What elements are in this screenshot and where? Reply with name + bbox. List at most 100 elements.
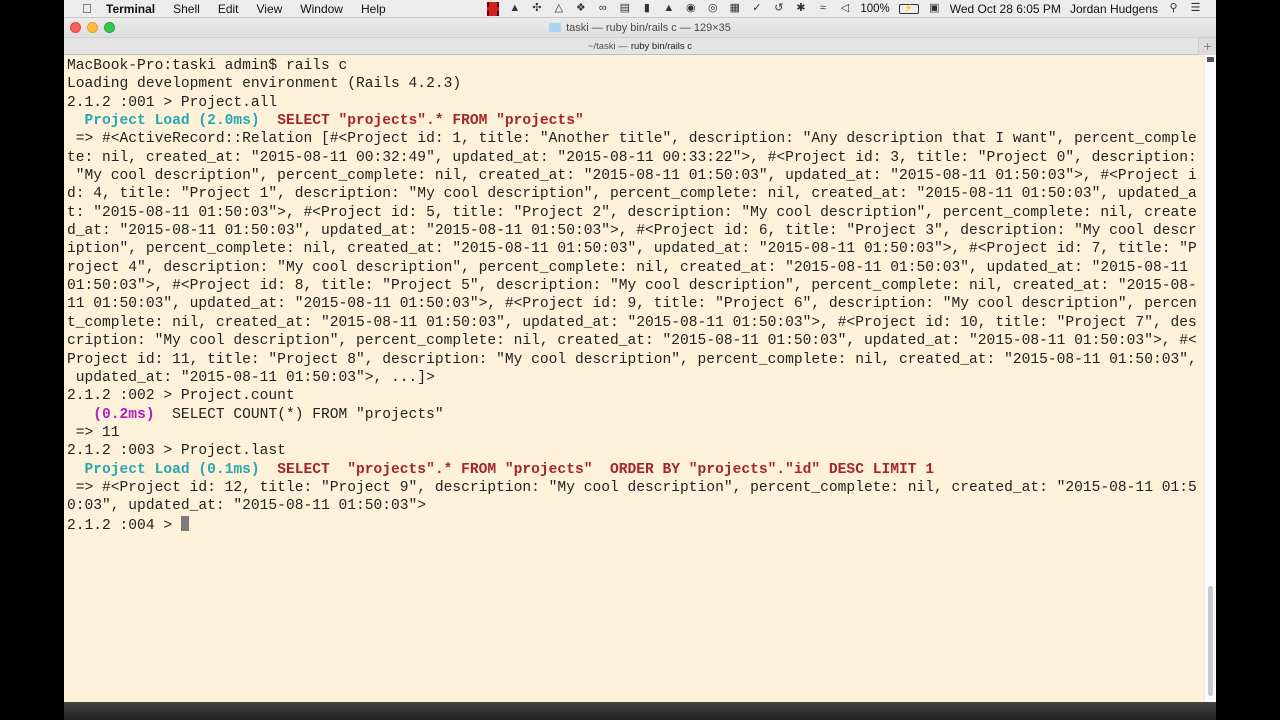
new-tab-button[interactable]: + xyxy=(1198,38,1216,55)
terminal-line: d: 4, title: "Project 1", description: "… xyxy=(67,185,1204,203)
terminal-text: => #<Project id: 12, title: "Project 9",… xyxy=(67,479,1197,496)
title-bar[interactable]: taski — ruby bin/rails c — 129×35 xyxy=(64,18,1216,37)
menu-shell[interactable]: Shell xyxy=(173,2,200,16)
tab-command[interactable]: ruby bin/rails c xyxy=(631,41,692,52)
check-icon[interactable]: ✓ xyxy=(750,2,763,15)
terminal-line: 0:03", updated_at: "2015-08-11 01:50:03"… xyxy=(67,497,1204,515)
status-area: ▲ ✣ △ ❖ ∞ ▤ ▮ ▲ ◉ ◎ ▦ ✓ ↺ ✱ ≈ ◁ 100% ⚡ ▣… xyxy=(487,1,1216,16)
terminal-line: Project Load (2.0ms) SELECT "projects".*… xyxy=(67,112,1204,130)
terminal-line: => #<ActiveRecord::Relation [#<Project i… xyxy=(67,130,1204,148)
menu-terminal[interactable]: Terminal xyxy=(106,2,155,16)
terminal-text: d: 4, title: "Project 1", description: "… xyxy=(67,186,1197,203)
terminal-text: 2.1.2 :003 > Project.last xyxy=(67,443,286,460)
terminal-line: cription: "My cool description", percent… xyxy=(67,332,1204,350)
terminal-line: d_at: "2015-08-11 01:50:03", updated_at:… xyxy=(67,222,1204,240)
network-icon[interactable]: ▤ xyxy=(618,2,631,15)
terminal-line: t: "2015-08-11 01:50:03">, #<Project id:… xyxy=(67,204,1204,222)
terminal-text: updated_at: "2015-08-11 01:50:03">, ...]… xyxy=(67,369,435,386)
terminal-text: => 11 xyxy=(67,424,120,441)
terminal-text: d_at: "2015-08-11 01:50:03", updated_at:… xyxy=(67,223,1197,240)
menu-view[interactable]: View xyxy=(257,2,283,16)
terminal-line: te: nil, created_at: "2015-08-11 00:32:4… xyxy=(67,149,1204,167)
lock-icon[interactable]: ▲ xyxy=(662,2,675,15)
battery-icon[interactable]: ⚡ xyxy=(898,3,919,14)
bluetooth-icon[interactable]: ✱ xyxy=(794,2,807,15)
scroll-marker xyxy=(1207,57,1214,62)
log-magenta-text: (0.2ms) xyxy=(93,406,155,423)
infinity-icon[interactable]: ∞ xyxy=(596,2,609,15)
evernote-icon[interactable]: ▮ xyxy=(640,2,653,15)
terminal-text: "My cool description", percent_complete:… xyxy=(67,168,1197,185)
menu-edit[interactable]: Edit xyxy=(218,2,239,16)
terminal-text: t: "2015-08-11 01:50:03">, #<Project id:… xyxy=(67,204,1197,221)
terminal-line: Project Load (0.1ms) SELECT "projects".*… xyxy=(67,461,1204,479)
clock[interactable]: Wed Oct 28 6:05 PM xyxy=(950,2,1061,16)
zoom-button[interactable] xyxy=(104,22,115,33)
notification-center-icon[interactable]: ☰ xyxy=(1189,2,1202,15)
terminal-text: Project id: 11, title: "Project 8", desc… xyxy=(67,351,1197,368)
volume-icon[interactable]: ◁ xyxy=(838,2,851,15)
terminal-line: MacBook-Pro:taski admin$ rails c xyxy=(67,57,1204,75)
menu-bar:  Terminal Shell Edit View Window Help ▲… xyxy=(64,0,1216,18)
menu-window[interactable]: Window xyxy=(300,2,343,16)
scrollbar-thumb[interactable] xyxy=(1208,586,1213,696)
close-button[interactable] xyxy=(70,22,81,33)
terminal-text: cription: "My cool description", percent… xyxy=(67,333,1197,350)
terminal-text: roject 4", description: "My cool descrip… xyxy=(67,259,1188,276)
battery-percent[interactable]: 100% xyxy=(860,3,889,15)
folder-icon xyxy=(549,23,562,32)
evernote-elephant-icon[interactable]: ▲ xyxy=(508,2,521,15)
log-cyan-text: Project Load (2.0ms) xyxy=(84,113,260,130)
terminal-output[interactable]: MacBook-Pro:taski admin$ rails c Loading … xyxy=(64,55,1204,702)
log-red-text: SELECT "projects".* FROM "projects" xyxy=(277,113,584,130)
minimize-button[interactable] xyxy=(87,22,98,33)
terminal-text: 2.1.2 :004 > xyxy=(67,517,181,534)
terminal-line: => #<Project id: 12, title: "Project 9",… xyxy=(67,479,1204,497)
calendar-icon[interactable]: ▣ xyxy=(928,2,941,15)
circle-icon[interactable]: ◎ xyxy=(706,2,719,15)
terminal-line: (0.2ms) SELECT COUNT(*) FROM "projects" xyxy=(67,406,1204,424)
terminal-line: 2.1.2 :004 > xyxy=(67,515,1204,534)
terminal-line: iption", percent_complete: nil, created_… xyxy=(67,240,1204,258)
wifi-icon[interactable]: ≈ xyxy=(816,2,829,15)
terminal-text: => #<ActiveRecord::Relation [#<Project i… xyxy=(67,131,1197,148)
tab-path[interactable]: ~/taski — xyxy=(588,41,628,52)
terminal-window: taski — ruby bin/rails c — 129×35 ~/task… xyxy=(64,18,1216,720)
grid-icon[interactable]: ▦ xyxy=(728,2,741,15)
time-machine-icon[interactable]: ↺ xyxy=(772,2,785,15)
terminal-line: t_complete: nil, created_at: "2015-08-11… xyxy=(67,314,1204,332)
terminal-line: 2.1.2 :003 > Project.last xyxy=(67,442,1204,460)
terminal-text: t_complete: nil, created_at: "2015-08-11… xyxy=(67,314,1197,331)
terminal-line: Project id: 11, title: "Project 8", desc… xyxy=(67,351,1204,369)
apple-logo-icon[interactable]:  xyxy=(80,1,94,16)
terminal-line: updated_at: "2015-08-11 01:50:03">, ...]… xyxy=(67,369,1204,387)
window-controls xyxy=(70,22,115,33)
fan-icon[interactable]: ✣ xyxy=(530,2,543,15)
creative-cloud-icon[interactable]: ◉ xyxy=(684,2,697,15)
spotlight-icon[interactable]: ⚲ xyxy=(1167,2,1180,15)
terminal-text: te: nil, created_at: "2015-08-11 00:32:4… xyxy=(67,149,1197,166)
scrollbar[interactable] xyxy=(1204,55,1216,702)
google-drive-icon[interactable]: △ xyxy=(552,2,565,15)
terminal-line: Loading development environment (Rails 4… xyxy=(67,75,1204,93)
terminal-text: 2.1.2 :001 > Project.all xyxy=(67,94,278,111)
terminal-text: 2.1.2 :002 > Project.count xyxy=(67,388,295,405)
terminal-text: Loading development environment (Rails 4… xyxy=(67,76,462,93)
terminal-text: iption", percent_complete: nil, created_… xyxy=(67,241,1197,258)
terminal-text: SELECT COUNT(*) FROM "projects" xyxy=(154,406,444,423)
terminal-line: "My cool description", percent_complete:… xyxy=(67,167,1204,185)
dropbox-icon[interactable]: ❖ xyxy=(574,2,587,15)
screen-recorder-icon[interactable] xyxy=(487,1,500,16)
terminal-cursor xyxy=(180,515,189,531)
user-name[interactable]: Jordan Hudgens xyxy=(1070,2,1158,16)
menu-help[interactable]: Help xyxy=(361,2,386,16)
terminal-text: MacBook-Pro:taski admin$ rails c xyxy=(67,58,348,74)
window-title: taski — ruby bin/rails c — 129×35 xyxy=(566,21,731,34)
terminal-line: => 11 xyxy=(67,424,1204,442)
terminal-text: 01:50:03">, #<Project id: 8, title: "Pro… xyxy=(67,278,1197,295)
log-red-text: SELECT "projects".* FROM "projects" ORDE… xyxy=(277,461,935,478)
window-bottom-edge xyxy=(64,702,1216,720)
